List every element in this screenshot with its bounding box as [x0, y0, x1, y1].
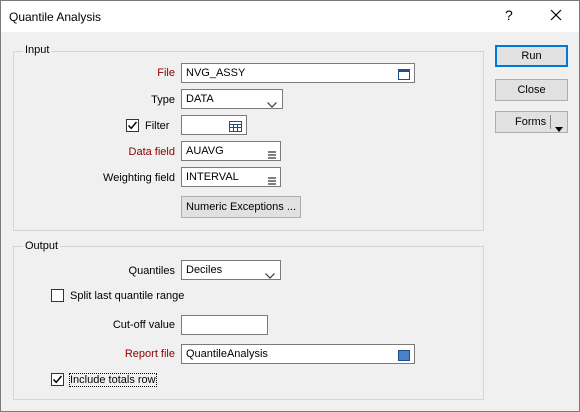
- forms-dropdown-icon[interactable]: [555, 119, 563, 139]
- report-file-label: Report file: [124, 348, 175, 360]
- file-input[interactable]: NVG_ASSY: [181, 63, 415, 83]
- weighting-field-label: Weighting field: [103, 172, 175, 184]
- filter-input[interactable]: [181, 115, 247, 135]
- file-browse-icon[interactable]: [398, 68, 410, 86]
- chevron-down-icon: [267, 96, 277, 114]
- quantiles-label: Quantiles: [128, 265, 175, 277]
- close-icon[interactable]: [546, 5, 566, 25]
- data-field-input[interactable]: AUAVG: [181, 141, 281, 161]
- forms-button[interactable]: Forms: [495, 111, 568, 133]
- weighting-field-input[interactable]: INTERVAL: [181, 167, 281, 187]
- filter-checkbox[interactable]: [126, 119, 139, 132]
- filter-table-icon[interactable]: [229, 120, 242, 138]
- quantiles-select[interactable]: Deciles: [181, 260, 281, 280]
- weighting-field-value: INTERVAL: [186, 171, 239, 183]
- type-value: DATA: [186, 93, 214, 105]
- file-browse-icon[interactable]: [398, 349, 410, 367]
- check-icon: [52, 375, 63, 384]
- forms-separator: [550, 115, 551, 129]
- help-button[interactable]: ?: [505, 7, 513, 23]
- filter-label: Filter: [145, 120, 170, 132]
- cutoff-value-input[interactable]: [181, 315, 268, 335]
- cutoff-value-label: Cut-off value: [112, 319, 175, 331]
- file-value: NVG_ASSY: [186, 67, 246, 79]
- include-totals-checkbox[interactable]: [51, 373, 64, 386]
- run-button[interactable]: Run: [495, 45, 568, 67]
- data-field-label: Data field: [128, 146, 175, 158]
- data-field-value: AUAVG: [186, 145, 224, 157]
- report-file-input[interactable]: QuantileAnalysis: [181, 344, 415, 364]
- quantile-analysis-dialog: Quantile Analysis ? Input File NVG_ASSY …: [0, 0, 580, 412]
- title-bar: Quantile Analysis ?: [1, 1, 579, 32]
- split-last-quantile-checkbox[interactable]: [51, 289, 64, 302]
- split-last-quantile-label: Split last quantile range: [70, 290, 185, 302]
- chevron-down-icon: [265, 267, 275, 285]
- report-file-value: QuantileAnalysis: [186, 348, 268, 360]
- file-label: File: [157, 67, 175, 79]
- include-totals-label: Include totals row: [69, 373, 157, 387]
- check-icon: [127, 121, 138, 130]
- type-select[interactable]: DATA: [181, 89, 283, 109]
- list-icon[interactable]: [268, 173, 276, 191]
- output-group-label: Output: [23, 240, 61, 252]
- list-icon[interactable]: [268, 147, 276, 165]
- type-label: Type: [151, 94, 175, 106]
- input-group-label: Input: [23, 44, 52, 56]
- dialog-title: Quantile Analysis: [9, 10, 102, 24]
- quantiles-value: Deciles: [186, 264, 223, 276]
- numeric-exceptions-button[interactable]: Numeric Exceptions ...: [181, 196, 301, 218]
- close-button[interactable]: Close: [495, 79, 568, 101]
- forms-button-label: Forms: [515, 116, 547, 128]
